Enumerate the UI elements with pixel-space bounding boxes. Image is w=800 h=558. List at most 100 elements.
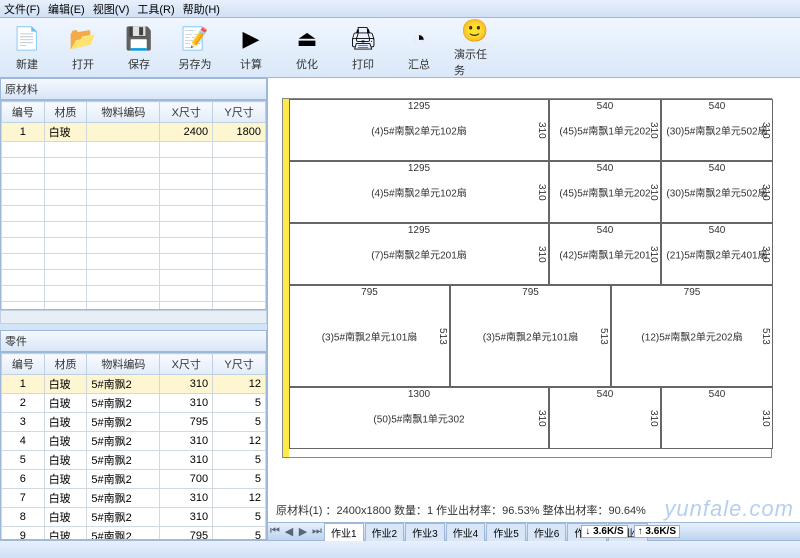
table-row[interactable]: [2, 142, 266, 158]
cut-piece[interactable]: 795513(3)5#南飘2单元101扇: [289, 285, 450, 387]
job-tab[interactable]: 作业3: [405, 523, 445, 541]
materials-table[interactable]: 编号材质物料编码X尺寸Y尺寸 1白玻24001800: [1, 101, 266, 310]
open-button[interactable]: 📂 打开: [62, 22, 104, 73]
col-header[interactable]: X尺寸: [160, 354, 213, 375]
cut-piece[interactable]: 540310: [549, 387, 661, 449]
print-icon: 🖨: [348, 24, 378, 54]
toolbar-label: 演示任务: [454, 46, 496, 78]
open-icon: 📂: [68, 24, 98, 54]
cut-piece[interactable]: 540310(42)5#南飘1单元201: [549, 223, 661, 285]
cut-piece[interactable]: 540310(21)5#南飘2单元401扇: [661, 223, 773, 285]
col-header[interactable]: X尺寸: [160, 102, 213, 123]
cut-piece[interactable]: 1295310(7)5#南飘2单元201扇: [289, 223, 549, 285]
calc-icon: ▶: [236, 24, 266, 54]
table-row[interactable]: 2白玻5#南飘23105: [2, 394, 266, 413]
col-header[interactable]: 编号: [2, 102, 45, 123]
cut-piece[interactable]: 540310: [661, 387, 773, 449]
save-icon: 💾: [124, 24, 154, 54]
new-button[interactable]: 📄 新建: [6, 22, 48, 73]
toolbar: 📄 新建 📂 打开 💾 保存 📝另存为 ▶ 计算 ⏏优化 🖨打印 ◔ 汇总 🙂演示任务: [0, 18, 800, 78]
menu-item[interactable]: 帮助(H): [183, 1, 220, 17]
materials-title: 原材料: [0, 78, 267, 100]
tab-nav-next[interactable]: ▶: [296, 525, 310, 538]
toolbar-label: 新建: [16, 56, 38, 72]
cut-piece[interactable]: 540310(30)5#南飘2单元502扇: [661, 161, 773, 223]
table-row[interactable]: 8白玻5#南飘23105: [2, 508, 266, 527]
table-row[interactable]: 7白玻5#南飘231012: [2, 489, 266, 508]
job-tab[interactable]: 作业1: [324, 523, 364, 541]
toolbar-label: 计算: [240, 56, 262, 72]
cut-piece[interactable]: 540310(30)5#南飘2单元502扇: [661, 99, 773, 161]
demo-button[interactable]: 🙂演示任务: [454, 22, 496, 73]
table-row[interactable]: [2, 222, 266, 238]
tab-nav-prev[interactable]: ◀: [282, 525, 296, 538]
cut-piece[interactable]: 1295310(4)5#南飘2单元102扇: [289, 161, 549, 223]
cut-piece[interactable]: 795513(3)5#南飘2单元101扇: [450, 285, 611, 387]
cut-piece[interactable]: 540310(45)5#南飘1单元202: [549, 99, 661, 161]
menu-item[interactable]: 编辑(E): [48, 1, 85, 17]
table-row[interactable]: [2, 302, 266, 311]
menu-item[interactable]: 文件(F): [4, 1, 40, 17]
cutting-sheet: 1295310(4)5#南飘2单元102扇540310(45)5#南飘1单元20…: [282, 98, 772, 458]
layout-canvas[interactable]: 1295310(4)5#南飘2单元102扇540310(45)5#南飘1单元20…: [268, 78, 800, 498]
cut-piece[interactable]: 540310(45)5#南飘1单元202: [549, 161, 661, 223]
table-row[interactable]: [2, 158, 266, 174]
table-row[interactable]: 3白玻5#南飘27955: [2, 413, 266, 432]
table-row[interactable]: 4白玻5#南飘231012: [2, 432, 266, 451]
table-row[interactable]: [2, 206, 266, 222]
table-row[interactable]: [2, 190, 266, 206]
net-up: ↑ 3.6K/S: [634, 525, 680, 538]
col-header[interactable]: 物料编码: [87, 102, 160, 123]
opt-button[interactable]: ⏏优化: [286, 22, 328, 73]
job-tab[interactable]: 作业5: [486, 523, 526, 541]
menu-item[interactable]: 视图(V): [93, 1, 130, 17]
table-row[interactable]: [2, 270, 266, 286]
parts-table[interactable]: 编号材质物料编码X尺寸Y尺寸 1白玻5#南飘2310122白玻5#南飘23105…: [1, 353, 266, 540]
summary-button[interactable]: ◔ 汇总: [398, 22, 440, 73]
col-header[interactable]: 材质: [44, 102, 87, 123]
tab-nav-first[interactable]: ⏮: [268, 525, 282, 538]
col-header[interactable]: Y尺寸: [213, 354, 266, 375]
toolbar-label: 打开: [72, 56, 94, 72]
tab-nav-last[interactable]: ⏭: [310, 525, 324, 538]
statusbar: [0, 540, 800, 558]
right-panel: 1295310(4)5#南飘2单元102扇540310(45)5#南飘1单元20…: [268, 78, 800, 540]
job-tabs: ⏮ ◀ ▶ ⏭ 作业1作业2作业3作业4作业5作业6作业7作业8 ↓ 3.6K/…: [268, 522, 800, 540]
calc-button[interactable]: ▶ 计算: [230, 22, 272, 73]
cut-piece[interactable]: 1295310(4)5#南飘2单元102扇: [289, 99, 549, 161]
left-panel: 原材料 编号材质物料编码X尺寸Y尺寸 1白玻24001800 零件 编号材质物料…: [0, 78, 268, 540]
col-header[interactable]: 编号: [2, 354, 45, 375]
col-header[interactable]: 物料编码: [87, 354, 160, 375]
summary-icon: ◔: [404, 24, 434, 54]
table-row[interactable]: 6白玻5#南飘27005: [2, 470, 266, 489]
saveas-button[interactable]: 📝另存为: [174, 22, 216, 73]
cut-piece[interactable]: 1300310(50)5#南飘1单元302: [289, 387, 549, 449]
toolbar-label: 汇总: [408, 56, 430, 72]
new-icon: 📄: [12, 24, 42, 54]
table-row[interactable]: [2, 238, 266, 254]
table-row[interactable]: [2, 254, 266, 270]
cut-piece[interactable]: 795513(12)5#南飘2单元202扇: [611, 285, 773, 387]
table-row[interactable]: 1白玻5#南飘231012: [2, 375, 266, 394]
col-header[interactable]: Y尺寸: [213, 102, 266, 123]
toolbar-label: 保存: [128, 56, 150, 72]
job-tab[interactable]: 作业6: [527, 523, 567, 541]
menubar: 文件(F) 编辑(E) 视图(V) 工具(R) 帮助(H): [0, 0, 800, 18]
table-row[interactable]: 5白玻5#南飘23105: [2, 451, 266, 470]
demo-icon: 🙂: [460, 18, 490, 44]
print-button[interactable]: 🖨打印: [342, 22, 384, 73]
save-button[interactable]: 💾 保存: [118, 22, 160, 73]
job-tab[interactable]: 作业2: [365, 523, 405, 541]
menu-item[interactable]: 工具(R): [137, 1, 174, 17]
col-header[interactable]: 材质: [44, 354, 87, 375]
materials-scrollbar[interactable]: [0, 310, 267, 324]
toolbar-label: 优化: [296, 56, 318, 72]
info-line: 原材料(1) ：2400x1800 数量：1 作业出材率：96.53% 整体出材…: [268, 498, 800, 522]
table-row[interactable]: 9白玻5#南飘27955: [2, 527, 266, 541]
toolbar-label: 另存为: [179, 56, 212, 72]
net-down: ↓ 3.6K/S: [581, 525, 627, 538]
table-row[interactable]: [2, 174, 266, 190]
table-row[interactable]: [2, 286, 266, 302]
table-row[interactable]: 1白玻24001800: [2, 123, 266, 142]
job-tab[interactable]: 作业4: [446, 523, 486, 541]
